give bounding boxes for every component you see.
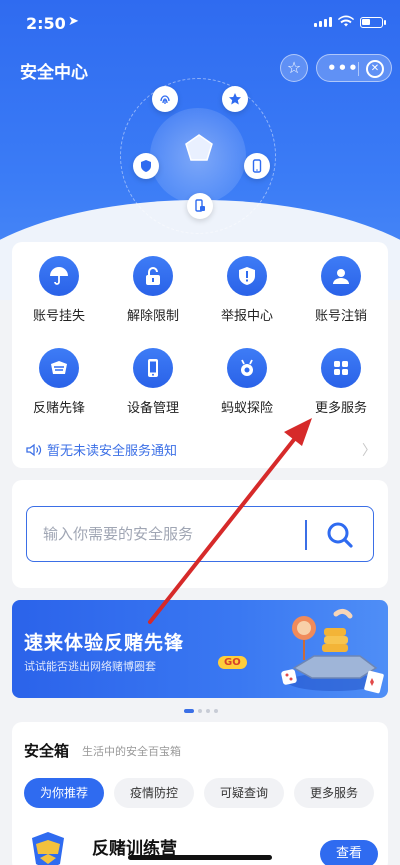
service-unlock[interactable]: 解除限制 (106, 256, 200, 324)
service-label: 反赌先锋 (32, 401, 85, 416)
speaker-icon (26, 443, 42, 456)
more-dots-icon[interactable]: ••• (327, 59, 359, 77)
view-button[interactable]: 查看 (320, 840, 378, 865)
carousel-indicator (184, 709, 218, 713)
home-indicator[interactable] (128, 855, 272, 860)
search-divider (305, 520, 307, 550)
location-arrow-icon: ➤ (68, 14, 79, 29)
search-icon[interactable] (325, 520, 355, 550)
service-label: 设备管理 (126, 401, 179, 416)
mini-program-capsule: ••• ✕ (316, 54, 392, 82)
mobile-icon[interactable] (244, 153, 270, 179)
more-grid-icon (321, 348, 361, 388)
service-report-center[interactable]: 举报中心 (200, 256, 294, 324)
anti-gamble-icon (39, 348, 79, 388)
service-account-cancel[interactable]: 账号注销 (294, 256, 388, 324)
safety-box-card: 安全箱 生活中的安全百宝箱 为你推荐 疫情防控 可疑查询 更多服务 反赌训练营 … (12, 722, 388, 865)
star-icon[interactable]: ☆ (280, 54, 308, 82)
service-account-loss[interactable]: 账号挂失 (12, 256, 106, 324)
phone-icon (133, 348, 173, 388)
gambling-trap-illustration (281, 608, 384, 694)
search-input[interactable] (43, 521, 283, 547)
search-card (12, 480, 388, 588)
favorite-star-icon[interactable] (222, 86, 248, 112)
capsule-divider (358, 62, 359, 76)
services-grid-card: 账号挂失 解除限制 举报中心 账号注销 反赌先锋 设备管理 蚂蚁探险 更多服务 … (12, 242, 388, 468)
unlock-icon (133, 256, 173, 296)
close-icon[interactable]: ✕ (366, 60, 384, 78)
banner-go-button[interactable]: GO (218, 656, 247, 669)
service-more[interactable]: 更多服务 (294, 348, 388, 416)
report-shield-icon (227, 256, 267, 296)
status-time: 2:50 (26, 14, 66, 33)
tab-epidemic[interactable]: 疫情防控 (114, 778, 194, 808)
page-title: 安全中心 (20, 63, 88, 83)
umbrella-icon (39, 256, 79, 296)
search-box (26, 506, 374, 562)
device-lock-icon[interactable] (187, 193, 213, 219)
tab-suspicious-query[interactable]: 可疑查询 (204, 778, 284, 808)
section-title: 安全箱 (24, 742, 70, 760)
service-ant-adventure[interactable]: 蚂蚁探险 (200, 348, 294, 416)
section-subtitle: 生活中的安全百宝箱 (82, 745, 181, 758)
service-label: 解除限制 (126, 309, 179, 324)
banner-subtitle: 试试能否逃出网络赌博圈套 (24, 660, 156, 673)
category-tabs: 为你推荐 疫情防控 可疑查询 更多服务 (24, 778, 374, 808)
banner-title: 速来体验反赌先锋 (24, 632, 185, 654)
fingerprint-icon[interactable] (152, 86, 178, 112)
service-device-manage[interactable]: 设备管理 (106, 348, 200, 416)
service-anti-gamble[interactable]: 反赌先锋 (12, 348, 106, 416)
chevron-right-icon[interactable]: 〉 (362, 440, 376, 460)
training-camp-badge-icon (32, 832, 64, 865)
user-icon (321, 256, 361, 296)
notice-text: 暂无未读安全服务通知 (47, 444, 178, 459)
tab-recommended[interactable]: 为你推荐 (24, 778, 104, 808)
security-notice[interactable]: 暂无未读安全服务通知 (26, 440, 177, 459)
tab-more-services[interactable]: 更多服务 (294, 778, 374, 808)
service-label: 账号挂失 (32, 309, 85, 324)
status-bar: 2:50 ➤ (0, 0, 400, 46)
service-label: 举报中心 (220, 309, 273, 324)
pentagon-shield-icon (185, 134, 213, 161)
service-label: 账号注销 (314, 309, 367, 324)
service-label: 更多服务 (314, 401, 367, 416)
battery-icon (360, 17, 386, 28)
wifi-icon (338, 13, 354, 31)
ant-icon (227, 348, 267, 388)
cellular-signal-icon (314, 17, 332, 27)
shield-icon[interactable] (133, 153, 159, 179)
service-label: 蚂蚁探险 (220, 401, 273, 416)
promo-banner[interactable]: 速来体验反赌先锋 试试能否逃出网络赌博圈套 GO (12, 600, 388, 698)
